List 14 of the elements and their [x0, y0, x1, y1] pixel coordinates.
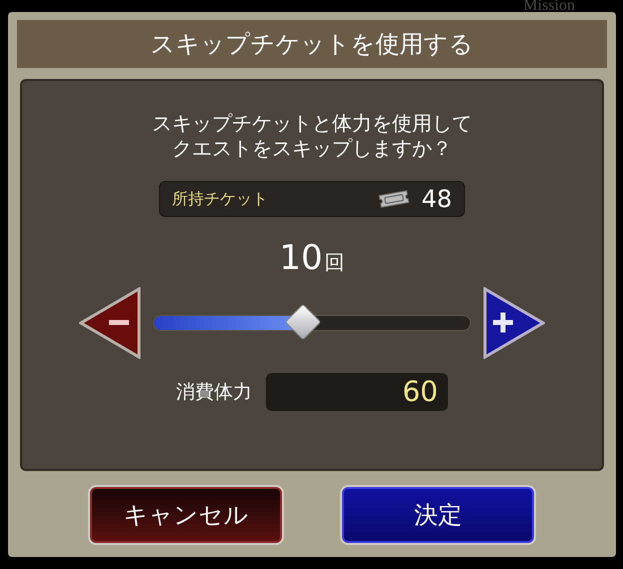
ticket-label: 所持チケット [172, 188, 269, 210]
stamina-label: 消費体力 [176, 380, 252, 405]
message-line: スキップチケットと体力を使用して [152, 111, 472, 136]
ticket-count: 48 [421, 184, 452, 215]
stamina-value: 60 [266, 373, 448, 411]
dialog-title: スキップチケットを使用する [17, 20, 607, 68]
quantity-unit: 回 [324, 249, 345, 276]
message-line: クエストをスキップしますか？ [172, 136, 452, 161]
quantity-value: 10 [279, 239, 323, 277]
confirm-button[interactable]: 決定 [342, 487, 534, 543]
ticket-icon [377, 189, 412, 209]
cancel-button[interactable]: キャンセル [90, 487, 282, 543]
decrease-button[interactable] [79, 287, 141, 359]
increase-button[interactable] [483, 287, 545, 359]
